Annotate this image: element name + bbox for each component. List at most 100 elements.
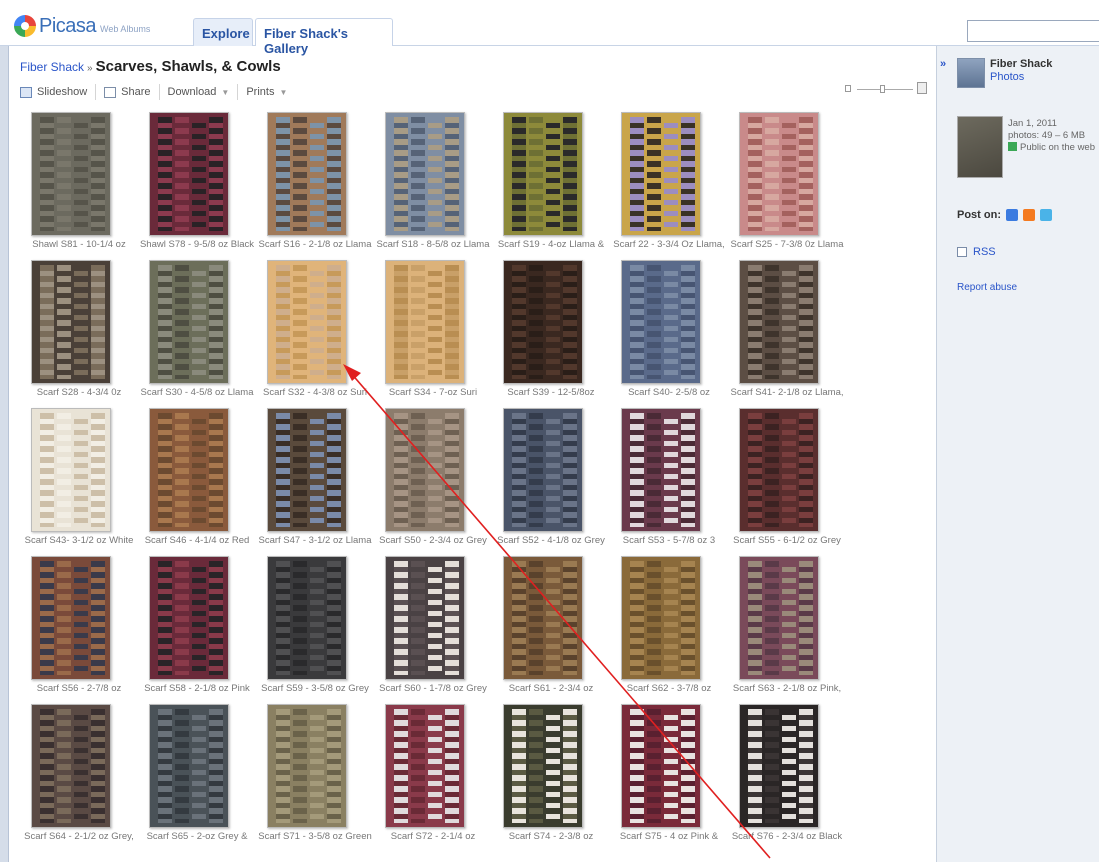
photo-thumbnail[interactable]: Scarf S61 - 2-3/4 oz [492,556,610,702]
photo-thumbnail[interactable]: Scarf S71 - 3-5/8 oz Green [256,704,374,850]
photo-caption: Scarf S74 - 2-3/8 oz [508,831,594,842]
photo-thumbnail[interactable]: Shawl S81 - 10-1/4 oz [20,112,138,258]
photo-thumbnail[interactable]: Scarf S28 - 4-3/4 0z [20,260,138,406]
photo-image[interactable] [621,704,701,828]
photo-thumbnail[interactable]: Scarf S53 - 5-7/8 oz 3 [610,408,728,554]
photo-image[interactable] [149,260,229,384]
picasa-logo[interactable]: Picasa Web Albums [14,14,150,38]
scarf-stripe [563,709,577,823]
photo-image[interactable] [31,408,111,532]
photo-thumbnail[interactable]: Scarf S72 - 2-1/4 oz [374,704,492,850]
photo-thumbnail[interactable]: Scarf S59 - 3-5/8 oz Grey [256,556,374,702]
photo-thumbnail[interactable]: Scarf 22 - 3-3/4 Oz Llama, [610,112,728,258]
photo-thumbnail[interactable]: Scarf S39 - 12-5/8oz [492,260,610,406]
photo-image[interactable] [149,704,229,828]
photo-image[interactable] [739,408,819,532]
photo-thumbnail[interactable]: Scarf S16 - 2-1/8 oz Llama [256,112,374,258]
photo-image[interactable] [267,408,347,532]
photo-image[interactable] [503,556,583,680]
photo-thumbnail[interactable]: Scarf S65 - 2-oz Grey & [138,704,256,850]
chevron-down-icon: ▼ [221,87,230,97]
photo-thumbnail[interactable]: Scarf S56 - 2-7/8 oz [20,556,138,702]
scarf-stripe [765,265,779,379]
photo-thumbnail[interactable]: Shawl S78 - 9-5/8 oz Black [138,112,256,258]
breadcrumb-owner-link[interactable]: Fiber Shack [20,60,84,74]
photo-caption: Scarf S25 - 7-3/8 0z Llama [730,239,844,250]
scarf-stripe [428,413,442,527]
owner-photos-link[interactable]: Photos [990,71,1024,83]
visibility-label: Public on the web [1020,142,1095,153]
photo-thumbnail[interactable]: Scarf S55 - 6-1/2 oz Grey [728,408,846,554]
photo-image[interactable] [621,260,701,384]
tab-gallery[interactable]: Fiber Shack's Gallery [255,18,393,56]
photo-thumbnail[interactable]: Scarf S63 - 2-1/8 oz Pink, [728,556,846,702]
photo-caption: Scarf S59 - 3-5/8 oz Grey [261,683,369,694]
share-label: Share [121,86,151,98]
photo-thumbnail[interactable]: Scarf S18 - 8-5/8 oz Llama [374,112,492,258]
tab-explore[interactable]: Explore [193,18,253,46]
photo-thumbnail[interactable]: Scarf S62 - 3-7/8 oz [610,556,728,702]
twitter-icon[interactable] [1040,209,1052,221]
photo-image[interactable] [621,408,701,532]
slideshow-button[interactable]: Slideshow [20,84,97,100]
photo-thumbnail[interactable]: Scarf S76 - 2-3/4 oz Black [728,704,846,850]
photo-image[interactable] [621,112,701,236]
photo-image[interactable] [267,556,347,680]
photo-image[interactable] [149,556,229,680]
photo-thumbnail[interactable]: Scarf S19 - 4-oz Llama & [492,112,610,258]
photo-image[interactable] [503,112,583,236]
photo-image[interactable] [385,556,465,680]
photo-thumbnail[interactable]: Scarf S75 - 4 oz Pink & [610,704,728,850]
photo-image[interactable] [739,704,819,828]
photo-image[interactable] [31,260,111,384]
scarf-stripe [782,265,796,379]
photo-image[interactable] [739,556,819,680]
photo-thumbnail[interactable]: Scarf S41- 2-1/8 oz Llama, [728,260,846,406]
photo-image[interactable] [149,112,229,236]
download-button[interactable]: Download ▼ [160,84,239,100]
buzz-icon[interactable] [1006,209,1018,221]
photo-image[interactable] [621,556,701,680]
photo-thumbnail[interactable]: Scarf S74 - 2-3/8 oz [492,704,610,850]
report-abuse-link[interactable]: Report abuse [957,282,1017,293]
photo-image[interactable] [267,112,347,236]
photo-image[interactable] [267,704,347,828]
avatar[interactable] [957,58,985,88]
photo-thumbnail[interactable]: Scarf S47 - 3-1/2 oz Llama [256,408,374,554]
photo-thumbnail[interactable]: Scarf S43- 3-1/2 oz White [20,408,138,554]
photo-thumbnail[interactable]: Scarf S50 - 2-3/4 oz Grey [374,408,492,554]
photo-thumbnail[interactable]: Scarf S25 - 7-3/8 0z Llama [728,112,846,258]
blogger-icon[interactable] [1023,209,1035,221]
search-input[interactable] [967,20,1099,42]
photo-image[interactable] [503,408,583,532]
photo-thumbnail[interactable]: Scarf S52 - 4-1/8 oz Grey [492,408,610,554]
photo-image[interactable] [385,260,465,384]
photo-thumbnail[interactable]: Scarf S34 - 7-oz Suri [374,260,492,406]
photo-image[interactable] [267,260,347,384]
slider-handle[interactable] [880,85,885,93]
rss-link[interactable]: RSS [957,246,996,258]
share-button[interactable]: Share [96,84,160,100]
photo-thumbnail[interactable]: Scarf S30 - 4-5/8 oz Llama [138,260,256,406]
photo-thumbnail[interactable]: Scarf S40- 2-5/8 oz [610,260,728,406]
photo-image[interactable] [385,408,465,532]
photo-image[interactable] [385,112,465,236]
photo-image[interactable] [739,260,819,384]
photo-thumbnail[interactable]: Scarf S64 - 2-1/2 oz Grey, [20,704,138,850]
scarf-stripe [310,561,324,675]
photo-image[interactable] [31,556,111,680]
photo-image[interactable] [503,260,583,384]
collapse-sidebar-button[interactable]: » [940,58,946,70]
photo-thumbnail[interactable]: Scarf S32 - 4-3/8 oz Suri [256,260,374,406]
photo-image[interactable] [149,408,229,532]
prints-button[interactable]: Prints ▼ [238,84,295,100]
photo-image[interactable] [503,704,583,828]
photo-thumbnail[interactable]: Scarf S58 - 2-1/8 oz Pink [138,556,256,702]
photo-thumbnail[interactable]: Scarf S60 - 1-7/8 oz Grey [374,556,492,702]
thumbnail-size-slider[interactable] [845,82,928,96]
photo-image[interactable] [385,704,465,828]
photo-image[interactable] [31,704,111,828]
photo-thumbnail[interactable]: Scarf S46 - 4-1/4 oz Red [138,408,256,554]
photo-image[interactable] [31,112,111,236]
photo-image[interactable] [739,112,819,236]
